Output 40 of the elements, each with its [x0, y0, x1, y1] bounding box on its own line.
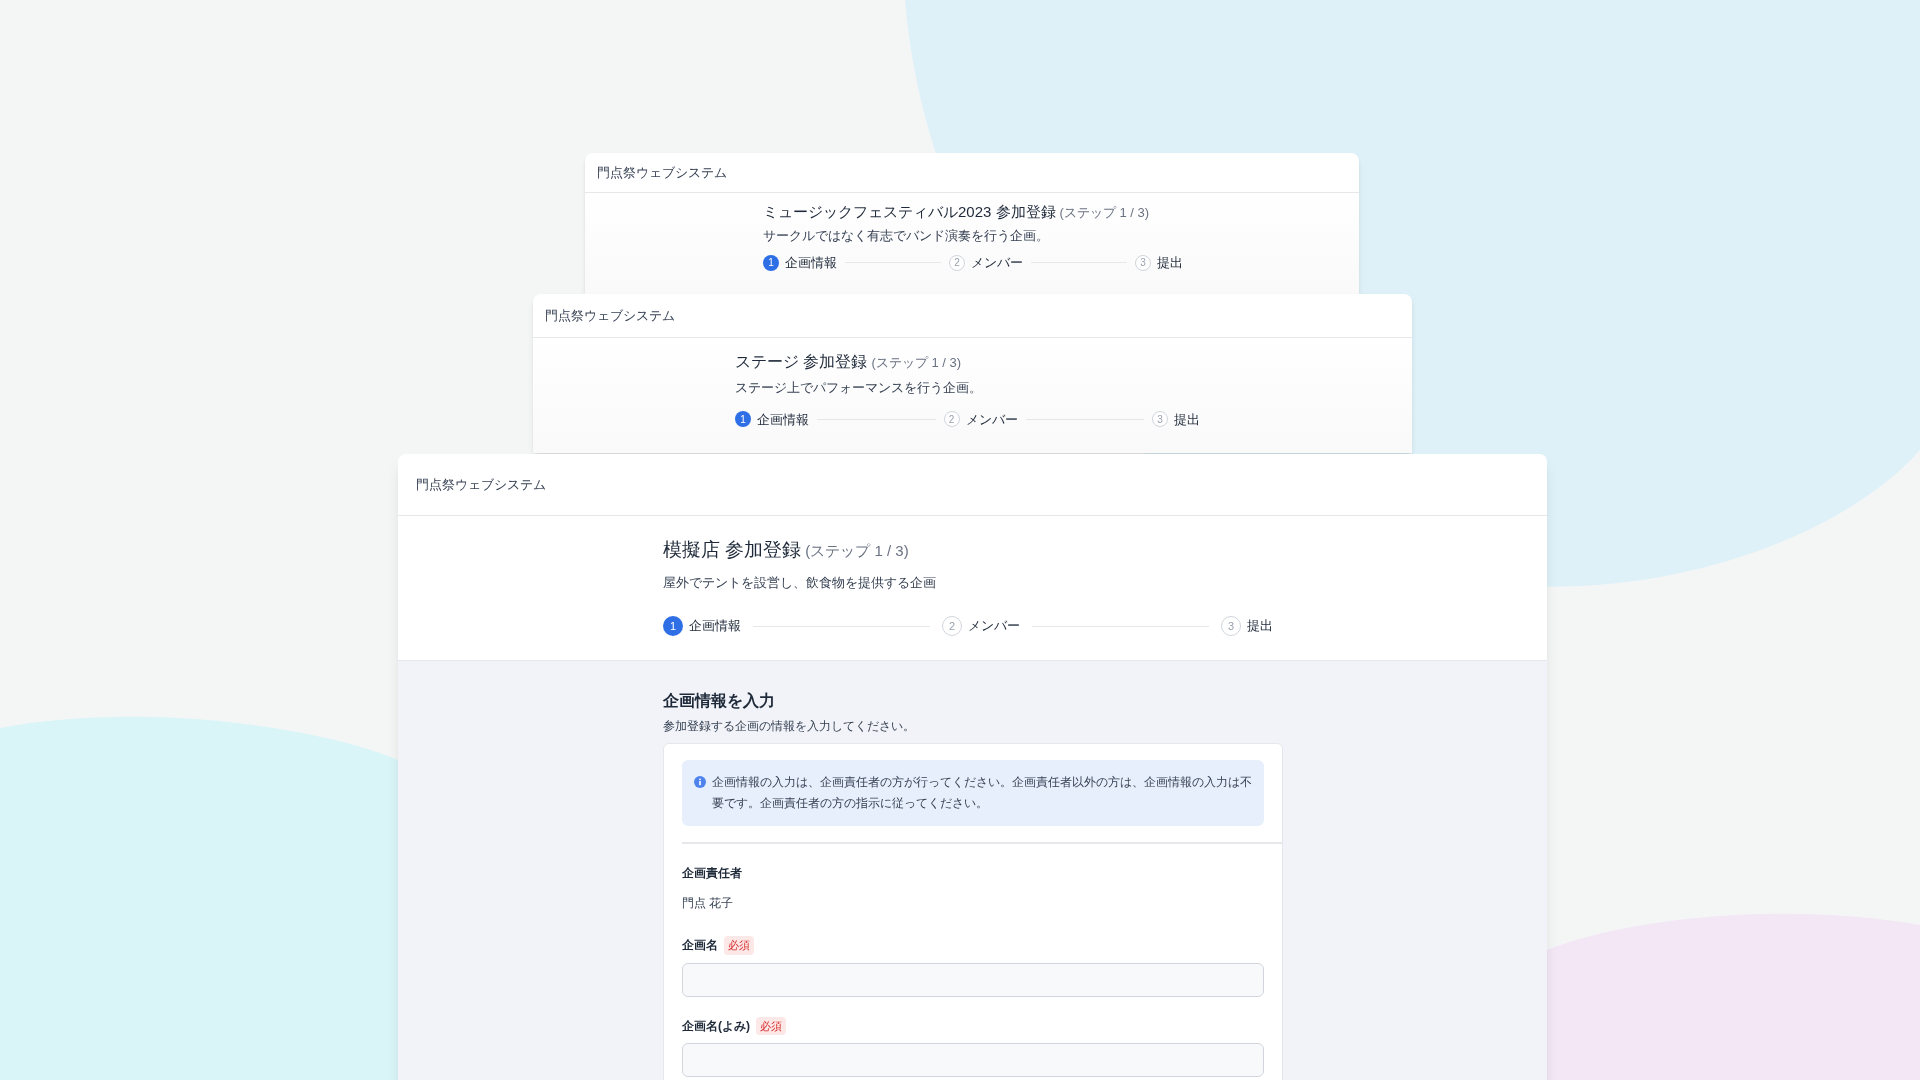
- step-number: 1: [763, 254, 779, 271]
- step-label: 提出: [1247, 617, 1273, 636]
- required-badge: 必須: [756, 1016, 786, 1035]
- step-label: メンバー: [971, 254, 1023, 272]
- step-label: 企画情報: [785, 254, 837, 272]
- step-number: 3: [1221, 616, 1241, 636]
- info-icon: [694, 776, 706, 788]
- step-label: 提出: [1174, 410, 1200, 429]
- app-header: 門点祭ウェブシステム: [398, 454, 1547, 516]
- notice-text: 企画情報の入力は、企画責任者の方が行ってください。企画責任者以外の方は、企画情報の入力は不要です。企画責任者の方の指示に従ってください。: [712, 774, 1253, 812]
- field-label: 企画名: [682, 937, 718, 955]
- step-number: 3: [1135, 254, 1151, 271]
- step-note: (ステップ 1 / 3): [871, 354, 962, 372]
- input-field[interactable]: [682, 1043, 1264, 1077]
- section-heading: 企画情報を入力: [663, 691, 776, 711]
- step-number: 2: [949, 254, 965, 271]
- step-number: 1: [663, 616, 683, 636]
- step-note: (ステップ 1 / 3): [805, 541, 909, 561]
- step-label: メンバー: [968, 617, 1020, 636]
- input-field[interactable]: [682, 962, 1264, 997]
- page-title: ステージ 参加登録: [735, 352, 868, 372]
- field-label: 企画責任者: [682, 865, 742, 882]
- step-number: 1: [735, 411, 751, 428]
- step-note: (ステップ 1 / 3): [1059, 204, 1150, 222]
- page-title: 模擬店 参加登録: [663, 538, 802, 562]
- page-title: ミュージックフェスティバル2023 参加登録: [763, 202, 1056, 222]
- step-label: 企画情報: [757, 410, 809, 429]
- step-number: 2: [943, 411, 960, 428]
- description: 屋外でテントを設営し、飲食物を提供する企画: [663, 573, 937, 592]
- section-subheading: 参加登録する企画の情報を入力してください。: [663, 718, 916, 735]
- description: サークルではなく有志でバンド演奏を行う企画。: [763, 226, 1050, 245]
- description: ステージ上でパフォーマンスを行う企画。: [735, 379, 983, 397]
- step-number: 3: [1152, 411, 1168, 428]
- step-label: メンバー: [965, 410, 1018, 429]
- step-number: 2: [942, 616, 962, 636]
- field-value: 門点 花子: [682, 895, 735, 912]
- step-label: 企画情報: [689, 617, 741, 636]
- field-label: 企画名(よみ): [682, 1017, 750, 1035]
- required-badge: 必須: [724, 936, 754, 955]
- step-label: 提出: [1157, 254, 1183, 272]
